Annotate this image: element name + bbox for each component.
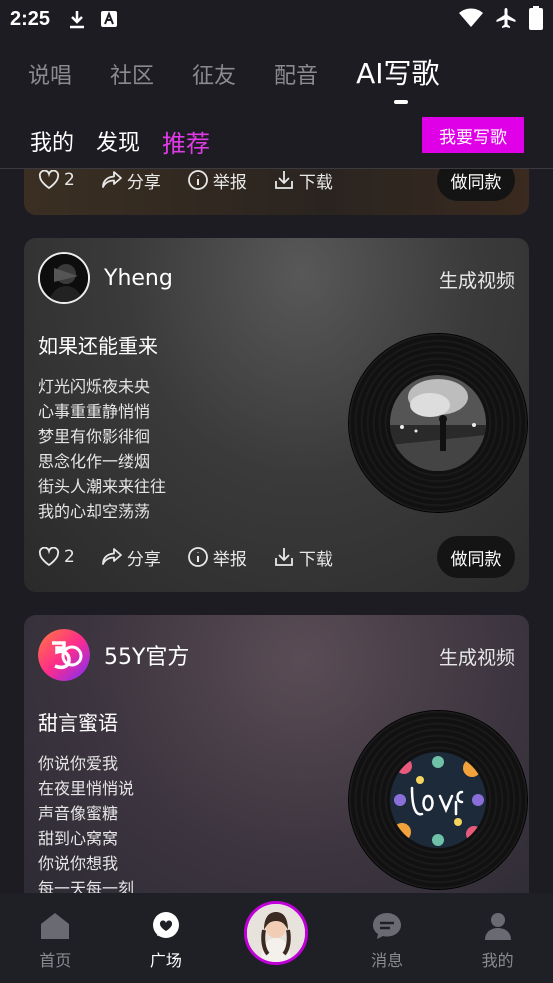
battery-icon: [529, 6, 543, 34]
lyric-line: 每一天每一刻: [38, 879, 135, 893]
download-icon: [68, 9, 86, 29]
download-icon: [274, 548, 293, 566]
share-label: 分享: [126, 172, 161, 193]
username[interactable]: 55Y官方: [104, 639, 189, 671]
share-label: 分享: [126, 549, 161, 570]
airplane-icon: [495, 7, 517, 33]
wifi-icon: [459, 8, 483, 32]
lyric-line: 心事重重静悄悄: [38, 402, 151, 421]
song-card[interactable]: Yheng 生成视频 如果还能重来 灯光闪烁夜未央 心事重重静悄悄 梦里有你影徘…: [24, 238, 529, 592]
report-label: 举报: [212, 549, 247, 570]
download-label: 下载: [298, 549, 333, 570]
share-icon: [101, 548, 122, 565]
lyric-line: 我的心却空荡荡: [38, 502, 151, 521]
song-feed[interactable]: 2 分享 举报 下载 做同款 Yheng 生成视频 如果还能重来 灯光闪烁夜未央…: [0, 169, 553, 893]
share-button[interactable]: 分享: [101, 545, 161, 570]
lyric-line: 你说你想我: [38, 854, 119, 873]
lyric-line: 在夜里悄悄说: [38, 779, 135, 798]
report-button[interactable]: 举报: [187, 169, 247, 193]
app-notification-icon: [100, 10, 118, 28]
write-song-button[interactable]: 我要写歌: [422, 117, 524, 153]
user-icon: [484, 913, 511, 940]
status-bar: 2:25: [0, 0, 553, 38]
tab-ai-write-song-label: AI写歌: [356, 57, 440, 90]
avatar[interactable]: [38, 252, 90, 304]
like-button[interactable]: 2: [38, 547, 75, 567]
card-actions: 2 分享 举报 下载 做同款: [38, 169, 515, 201]
top-tabs: 说唱 社区 征友 配音 AI写歌: [0, 44, 553, 104]
tab-ai-write-song[interactable]: AI写歌: [356, 52, 440, 104]
card-actions: 2 分享 举报 下载 做同款: [38, 536, 515, 578]
nav-home-label: 首页: [39, 951, 72, 970]
song-card: 2 分享 举报 下载 做同款: [24, 169, 529, 215]
lyric-line: 声音像蜜糖: [38, 804, 119, 823]
share-button[interactable]: 分享: [101, 169, 161, 193]
nav-messages[interactable]: 消息: [332, 893, 443, 983]
report-label: 举报: [212, 172, 247, 193]
like-count: 2: [64, 547, 75, 567]
nav-home[interactable]: 首页: [0, 893, 111, 983]
download-button[interactable]: 下载: [273, 545, 333, 570]
download-button[interactable]: 下载: [273, 169, 333, 193]
username[interactable]: Yheng: [104, 266, 173, 291]
vinyl-disc[interactable]: [349, 334, 527, 512]
generate-video-button[interactable]: 生成视频: [439, 266, 515, 293]
nav-profile[interactable]: 我的: [442, 893, 553, 983]
like-button[interactable]: 2: [38, 170, 75, 190]
tab-find-friends[interactable]: 征友: [192, 58, 236, 90]
nav-square-label: 广场: [149, 951, 182, 970]
song-title: 甜言蜜语: [38, 711, 118, 735]
nav-profile-label: 我的: [481, 951, 514, 970]
lyric-line: 梦里有你影徘徊: [38, 427, 151, 446]
lyric-line: 你说你爱我: [38, 754, 119, 773]
nav-center[interactable]: [221, 893, 332, 983]
message-icon: [373, 913, 402, 939]
square-heart-icon: [152, 912, 179, 938]
report-button[interactable]: 举报: [187, 545, 247, 570]
album-cover: [390, 375, 486, 471]
lyric-line: 甜到心窝窝: [38, 829, 119, 848]
share-icon: [101, 171, 122, 188]
nav-messages-label: 消息: [371, 951, 404, 970]
tab-rap[interactable]: 说唱: [28, 58, 72, 90]
lyric-line: 思念化作一缕烟: [38, 452, 151, 471]
heart-icon: [38, 170, 60, 190]
info-icon: [187, 170, 208, 190]
download-icon: [274, 171, 293, 189]
subtab-mine[interactable]: 我的: [30, 125, 74, 157]
nav-square[interactable]: 广场: [111, 893, 222, 983]
avatar[interactable]: [38, 629, 90, 681]
active-tab-indicator: [394, 100, 409, 104]
lyric-line: 灯光闪烁夜未央: [38, 377, 151, 396]
generate-video-button[interactable]: 生成视频: [439, 643, 515, 670]
make-same-button[interactable]: 做同款: [437, 536, 515, 578]
card-header: Yheng: [38, 252, 173, 304]
info-icon: [187, 547, 208, 567]
status-time: 2:25: [10, 7, 51, 30]
heart-icon: [38, 547, 60, 567]
subtab-recommend[interactable]: 推荐: [162, 124, 210, 159]
tab-dubbing[interactable]: 配音: [274, 58, 318, 90]
tab-community[interactable]: 社区: [110, 58, 154, 90]
download-label: 下载: [298, 172, 333, 193]
make-same-button[interactable]: 做同款: [437, 169, 515, 201]
like-count: 2: [64, 170, 75, 190]
center-avatar[interactable]: [244, 901, 309, 965]
home-icon: [41, 913, 70, 939]
lyric-line: 街头人潮来来往往: [38, 477, 167, 496]
bottom-nav: 首页 广场 消息 我的: [0, 893, 553, 983]
sub-tabs: 我的 发现 推荐 我要写歌: [0, 112, 553, 170]
album-cover: [390, 752, 486, 848]
song-card[interactable]: 55Y官方 生成视频 甜言蜜语 你说你爱我 在夜里悄悄说 声音像蜜糖 甜到心窝窝…: [24, 615, 529, 893]
song-title: 如果还能重来: [38, 334, 158, 358]
vinyl-disc[interactable]: [349, 711, 527, 889]
card-header: 55Y官方: [38, 629, 189, 681]
lyrics: 灯光闪烁夜未央 心事重重静悄悄 梦里有你影徘徊 思念化作一缕烟 街头人潮来来往往…: [38, 374, 166, 524]
lyrics: 你说你爱我 在夜里悄悄说 声音像蜜糖 甜到心窝窝 你说你想我 每一天每一刻: [38, 751, 134, 893]
subtab-discover[interactable]: 发现: [96, 125, 140, 157]
